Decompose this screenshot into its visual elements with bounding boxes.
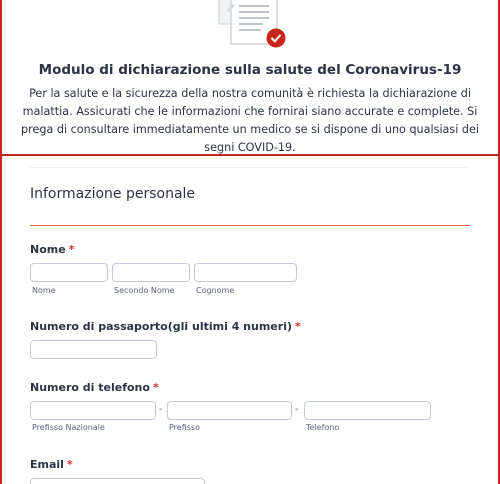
phone-label-text: Numero di telefono <box>30 381 150 394</box>
first-name-sublabel: Nome <box>32 286 56 295</box>
last-name-input[interactable] <box>194 263 297 282</box>
passport-label: Numero di passaporto(gli ultimi 4 numeri… <box>30 320 301 333</box>
form-header: Modulo di dichiarazione sulla salute del… <box>0 0 500 156</box>
passport-label-text: Numero di passaporto(gli ultimi 4 numeri… <box>30 320 292 333</box>
passport-input[interactable] <box>30 340 157 359</box>
phone-separator: - <box>159 404 163 415</box>
last-name-sublabel: Cognome <box>196 286 235 295</box>
form-title: Modulo di dichiarazione sulla salute del… <box>38 62 462 78</box>
area-code-input[interactable] <box>167 401 292 420</box>
email-label: Email * <box>30 458 73 471</box>
divider <box>30 167 470 168</box>
phone-number-sublabel: Telefono <box>306 423 340 432</box>
email-label-text: Email <box>30 458 64 471</box>
phone-separator: - <box>295 404 299 415</box>
required-marker: * <box>66 458 73 471</box>
middle-name-input[interactable] <box>112 263 190 282</box>
first-name-input[interactable] <box>30 263 108 282</box>
name-label-text: Nome <box>30 243 66 256</box>
form-description: Per la salute e la sicurezza della nostr… <box>21 87 479 154</box>
country-code-sublabel: Prefisso Nazionale <box>32 423 105 432</box>
required-marker: * <box>68 243 75 256</box>
section-divider <box>30 225 470 226</box>
section-title: Informazione personale <box>30 186 196 202</box>
country-code-input[interactable] <box>30 401 156 420</box>
area-code-sublabel: Prefisso <box>169 423 200 432</box>
phone-number-input[interactable] <box>304 401 431 420</box>
middle-name-sublabel: Secondo Nome <box>114 286 175 295</box>
name-label: Nome * <box>30 243 74 256</box>
phone-label: Numero di telefono * <box>30 381 159 394</box>
document-check-icon <box>218 0 286 48</box>
required-marker: * <box>152 381 159 394</box>
required-marker: * <box>295 320 301 333</box>
email-input[interactable] <box>30 478 205 484</box>
